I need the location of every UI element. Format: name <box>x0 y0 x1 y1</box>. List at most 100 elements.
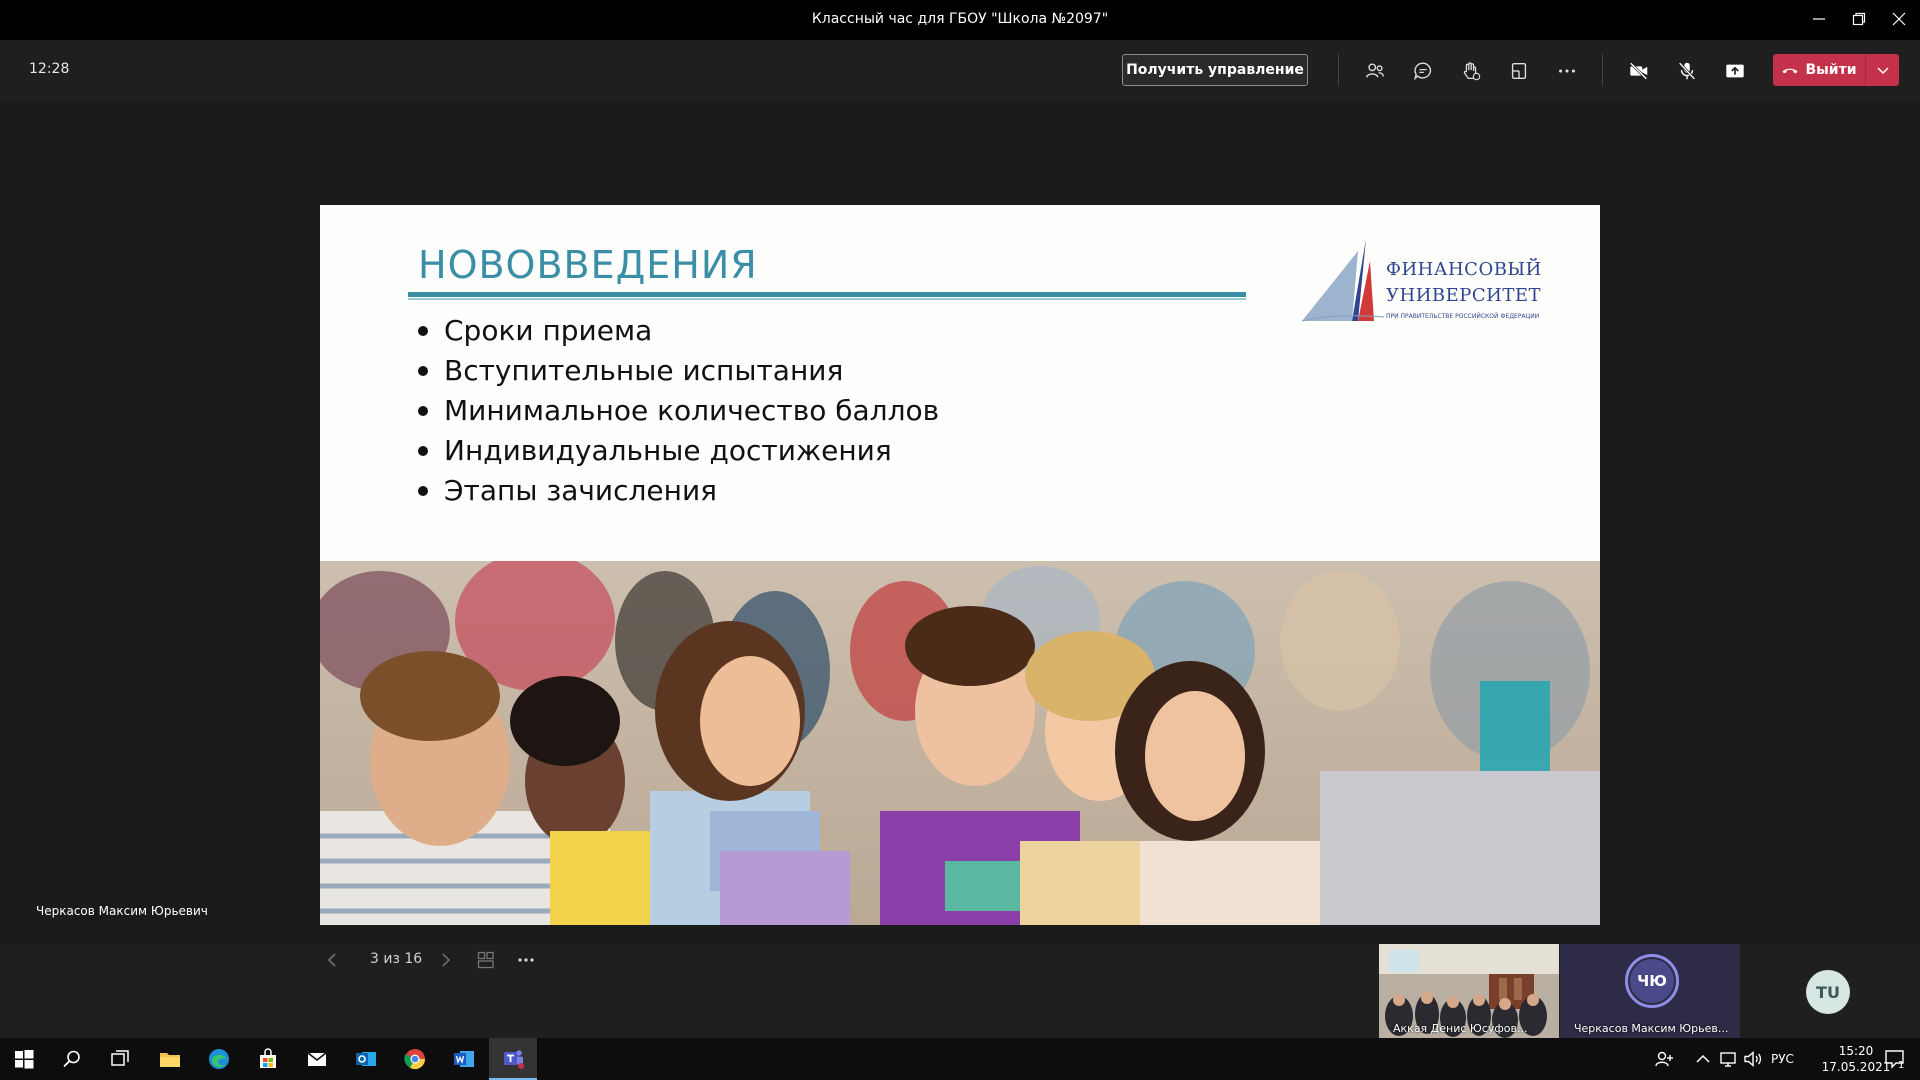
self-avatar[interactable]: TU <box>1806 970 1850 1014</box>
more-icon <box>1559 69 1575 73</box>
chrome-app[interactable] <box>391 1038 439 1080</box>
mic-off-icon <box>1678 62 1696 80</box>
store-app[interactable] <box>244 1038 292 1080</box>
bullet-item: Минимальное количество баллов <box>418 391 939 431</box>
bullet-text: Этапы зачисления <box>444 474 717 507</box>
bullet-dot <box>418 326 428 336</box>
chrome-icon <box>404 1049 426 1070</box>
slide-title: НОВОВВЕДЕНИЯ <box>418 243 758 287</box>
participants-button[interactable] <box>1360 56 1390 86</box>
search-button[interactable] <box>48 1038 96 1080</box>
action-center-button[interactable]: 1 <box>1870 1038 1920 1080</box>
logo-line-1: ФИНАНСОВЫЙ <box>1386 259 1542 280</box>
students-photo <box>320 561 1600 925</box>
slide-overview-button[interactable] <box>474 948 498 972</box>
participant-video-tile[interactable]: Аккая Денис Юсуфов... <box>1379 944 1559 1038</box>
slide-counter: 3 из 16 <box>370 951 423 967</box>
avatar: ЧЮ <box>1630 959 1674 1003</box>
teams-app[interactable] <box>489 1038 537 1080</box>
windows-taskbar: РУС 15:20 17.05.2021 1 <box>0 1038 1920 1080</box>
toolbar-divider <box>1602 54 1603 86</box>
teams-icon <box>504 1050 524 1069</box>
bullet-item: Вступительные испытания <box>418 351 939 391</box>
speaker-icon <box>1744 1050 1762 1068</box>
take-control-button[interactable]: Получить управление <box>1122 54 1308 86</box>
bullet-text: Минимальное количество баллов <box>444 394 940 427</box>
slide-bullet-list: Сроки приема Вступительные испытания Мин… <box>418 311 939 511</box>
meeting-stage: НОВОВВЕДЕНИЯ Сроки приема Вступительные … <box>0 102 1920 969</box>
search-icon <box>63 1050 80 1068</box>
people-tray-button[interactable] <box>1646 1038 1682 1080</box>
minimize-button[interactable] <box>1807 7 1831 31</box>
edge-app[interactable] <box>195 1038 243 1080</box>
more-actions-button[interactable] <box>1552 56 1582 86</box>
bullet-text: Вступительные испытания <box>444 354 844 387</box>
share-screen-icon <box>1726 64 1744 78</box>
chevron-up-icon <box>1696 1054 1710 1063</box>
word-app[interactable] <box>440 1038 488 1080</box>
task-view-button[interactable] <box>96 1038 144 1080</box>
bullet-text: Сроки приема <box>444 314 653 347</box>
close-window-button[interactable] <box>1887 7 1911 31</box>
chat-icon <box>1414 62 1432 81</box>
shared-slide: НОВОВВЕДЕНИЯ Сроки приема Вступительные … <box>320 205 1600 925</box>
chat-button[interactable] <box>1408 56 1438 86</box>
bullet-item: Сроки приема <box>418 311 939 351</box>
slide-more-options-button[interactable] <box>514 948 538 972</box>
camera-off-icon <box>1629 62 1648 80</box>
bullet-dot <box>418 486 428 496</box>
bullet-item: Этапы зачисления <box>418 471 939 511</box>
word-icon <box>454 1051 474 1067</box>
file-explorer-app[interactable] <box>146 1038 194 1080</box>
toolbar-divider <box>1338 54 1339 86</box>
breakout-rooms-icon <box>1511 62 1527 80</box>
logo-line-2: УНИВЕРСИТЕТ <box>1386 285 1542 306</box>
camera-toggle[interactable] <box>1624 56 1654 86</box>
meeting-clock: 12:28 <box>29 61 70 77</box>
next-slide-button[interactable] <box>434 948 458 972</box>
restore-button[interactable] <box>1847 7 1871 31</box>
bullet-item: Индивидуальные достижения <box>418 431 939 471</box>
grid-icon <box>477 951 494 969</box>
reactions-button[interactable] <box>1456 56 1486 86</box>
input-language[interactable]: РУС <box>1771 1052 1794 1066</box>
outlook-app[interactable] <box>342 1038 390 1080</box>
participant-name: Аккая Денис Юсуфов... <box>1393 1022 1528 1035</box>
volume-button[interactable] <box>1738 1038 1768 1080</box>
title-bar: Классный час для ГБОУ "Школа №2097" <box>0 0 1920 40</box>
title-underline <box>408 292 1246 297</box>
mic-toggle[interactable] <box>1672 56 1702 86</box>
rooms-button[interactable] <box>1504 56 1534 86</box>
leave-button[interactable]: Выйти <box>1773 54 1865 86</box>
people-icon <box>1366 63 1384 78</box>
bullet-dot <box>418 366 428 376</box>
leave-label: Выйти <box>1805 62 1857 78</box>
outlook-icon <box>356 1052 376 1066</box>
bullet-text: Индивидуальные достижения <box>444 434 892 467</box>
people-tray-icon <box>1655 1051 1673 1067</box>
chevron-left-icon <box>327 953 336 967</box>
meeting-toolbar: 12:28 Получить управление Выйти <box>0 40 1920 102</box>
chevron-right-icon <box>442 953 451 967</box>
mail-app[interactable] <box>293 1038 341 1080</box>
start-button[interactable] <box>0 1038 48 1080</box>
raise-hand-icon <box>1463 62 1481 81</box>
share-content-button[interactable] <box>1720 56 1750 86</box>
university-logo: ФИНАНСОВЫЙ УНИВЕРСИТЕТ ПРИ ПРАВИТЕЛЬСТВЕ… <box>1298 231 1548 323</box>
title-underline-shadow <box>408 298 1246 300</box>
presenter-name-label: Черкасов Максим Юрьевич <box>36 904 208 918</box>
store-icon <box>260 1048 276 1068</box>
notification-count: 1 <box>1898 1060 1905 1071</box>
participant-avatar-tile[interactable]: ЧЮ Черкасов Максим Юрьев... <box>1560 944 1740 1038</box>
edge-browser-icon <box>209 1049 229 1069</box>
window-title: Классный час для ГБОУ "Школа №2097" <box>811 11 1109 27</box>
logo-line-3: ПРИ ПРАВИТЕЛЬСТВЕ РОССИЙСКОЙ ФЕДЕРАЦИИ <box>1386 313 1540 320</box>
university-logo-mark-icon <box>1301 239 1385 322</box>
minimize-icon <box>1813 18 1825 20</box>
more-icon <box>518 958 534 962</box>
leave-options-button[interactable] <box>1866 54 1899 86</box>
avatar-ring: ЧЮ <box>1625 954 1679 1008</box>
previous-slide-button[interactable] <box>320 948 344 972</box>
chevron-down-icon <box>1876 67 1889 75</box>
folder-icon <box>160 1053 180 1067</box>
